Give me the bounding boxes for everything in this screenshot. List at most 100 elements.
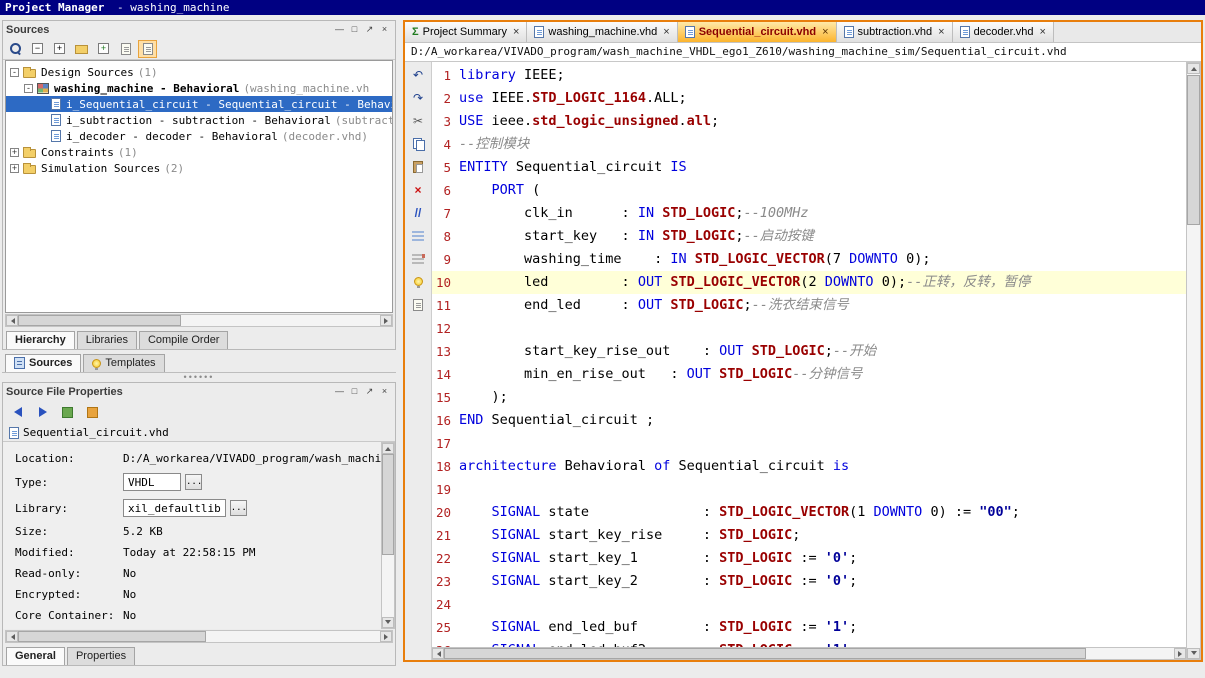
scroll-track[interactable] (1187, 74, 1200, 648)
scroll-up-button[interactable] (1187, 63, 1200, 74)
property-value-input[interactable]: xil_defaultlib (123, 499, 226, 517)
code-line[interactable]: 17 (432, 432, 1186, 455)
float-button[interactable]: ↗ (362, 23, 377, 36)
scroll-view-icon[interactable] (138, 40, 157, 58)
scroll-thumb[interactable] (1187, 75, 1200, 225)
format-icon[interactable] (409, 250, 428, 267)
tree-expander-icon[interactable]: + (10, 148, 19, 157)
close-icon[interactable]: × (663, 26, 669, 38)
scroll-thumb[interactable] (18, 631, 206, 642)
editor-vscrollbar[interactable] (1186, 62, 1201, 660)
tab-properties[interactable]: Properties (67, 647, 135, 665)
scroll-left-button[interactable] (6, 631, 18, 642)
scroll-thumb[interactable] (444, 648, 1086, 659)
code-line[interactable]: 13 start_key_rise_out : OUT STD_LOGIC;--… (432, 340, 1186, 363)
scroll-thumb[interactable] (382, 454, 394, 555)
scroll-right-button[interactable] (1174, 648, 1186, 659)
code-line[interactable]: 14 min_en_rise_out : OUT STD_LOGIC--分钟信号 (432, 363, 1186, 386)
close-icon[interactable]: × (822, 26, 828, 38)
code-line[interactable]: 23 SIGNAL start_key_2 : STD_LOGIC := '0'… (432, 570, 1186, 593)
code-line[interactable]: 18architecture Behavioral of Sequential_… (432, 455, 1186, 478)
scroll-down-button[interactable] (1187, 648, 1200, 659)
code-line[interactable]: 24 (432, 593, 1186, 616)
scroll-track[interactable] (382, 454, 394, 617)
code-line[interactable]: 22 SIGNAL start_key_1 : STD_LOGIC := '0'… (432, 547, 1186, 570)
code-line[interactable]: 20 SIGNAL state : STD_LOGIC_VECTOR(1 DOW… (432, 501, 1186, 524)
scroll-thumb[interactable] (18, 315, 181, 326)
code-editor[interactable]: 1library IEEE;2use IEEE.STD_LOGIC_1164.A… (432, 62, 1186, 647)
minimize-button[interactable]: — (332, 385, 347, 398)
properties-vscrollbar[interactable] (381, 442, 395, 629)
tab-compile-order[interactable]: Compile Order (139, 331, 229, 349)
close-icon[interactable]: × (513, 26, 519, 38)
scroll-right-button[interactable] (380, 631, 392, 642)
close-icon[interactable]: × (938, 26, 944, 38)
open-source-icon[interactable] (72, 40, 91, 58)
tree-item[interactable]: -washing_machine - Behavioral(washing_ma… (6, 80, 392, 96)
paste-icon[interactable] (409, 158, 428, 175)
code-line[interactable]: 11 end_led : OUT STD_LOGIC;--洗衣结束信号 (432, 294, 1186, 317)
code-line[interactable]: 7 clk_in : IN STD_LOGIC;--100MHz (432, 202, 1186, 225)
redo-icon[interactable]: ↷ (409, 89, 428, 106)
properties-hscrollbar[interactable] (5, 630, 393, 643)
scroll-left-button[interactable] (6, 315, 18, 326)
browse-button[interactable]: ... (185, 474, 202, 490)
find-replace-icon[interactable] (409, 296, 428, 313)
code-line[interactable]: 16END Sequential_circuit ; (432, 409, 1186, 432)
indent-icon[interactable] (409, 227, 428, 244)
forward-icon[interactable] (33, 403, 52, 421)
tree-expander-icon[interactable]: - (24, 84, 33, 93)
tree-item[interactable]: i_decoder - decoder - Behavioral(decoder… (6, 128, 392, 144)
edit-properties-icon[interactable] (58, 403, 77, 421)
tab-templates[interactable]: Templates (83, 354, 164, 372)
tab-general[interactable]: General (6, 647, 65, 665)
collapse-all-icon[interactable]: − (28, 40, 47, 58)
copy-properties-icon[interactable] (83, 403, 102, 421)
code-line[interactable]: 3USE ieee.std_logic_unsigned.all; (432, 110, 1186, 133)
maximize-button[interactable]: □ (347, 385, 362, 398)
minimize-button[interactable]: — (332, 23, 347, 36)
tree-item[interactable]: +Constraints(1) (6, 144, 392, 160)
scroll-left-button[interactable] (432, 648, 444, 659)
tree-item[interactable]: i_subtraction - subtraction - Behavioral… (6, 112, 392, 128)
back-icon[interactable] (8, 403, 27, 421)
code-line[interactable]: 12 (432, 317, 1186, 340)
close-icon[interactable]: × (1040, 26, 1046, 38)
code-line[interactable]: 4--控制模块 (432, 133, 1186, 156)
editor-tab-project-summary[interactable]: ΣProject Summary× (405, 22, 527, 42)
tree-expander-icon[interactable]: + (10, 164, 19, 173)
code-line[interactable]: 15 ); (432, 386, 1186, 409)
browse-button[interactable]: ... (230, 500, 247, 516)
code-line[interactable]: 21 SIGNAL start_key_rise : STD_LOGIC; (432, 524, 1186, 547)
property-value-input[interactable]: VHDL (123, 473, 181, 491)
copy-icon[interactable] (409, 135, 428, 152)
code-line[interactable]: 5ENTITY Sequential_circuit IS (432, 156, 1186, 179)
tree-item[interactable]: -Design Sources(1) (6, 64, 392, 80)
editor-tab-decoder-vhd[interactable]: decoder.vhd× (953, 22, 1054, 42)
tab-libraries[interactable]: Libraries (77, 331, 137, 349)
add-sources-icon[interactable]: + (94, 40, 113, 58)
delete-icon[interactable]: × (409, 181, 428, 198)
close-button[interactable]: × (377, 385, 392, 398)
tab-hierarchy[interactable]: Hierarchy (6, 331, 75, 349)
report-icon[interactable] (116, 40, 135, 58)
code-line[interactable]: 1library IEEE; (432, 64, 1186, 87)
toggle-comment-icon[interactable]: // (409, 204, 428, 221)
maximize-button[interactable]: □ (347, 23, 362, 36)
scroll-track[interactable] (444, 648, 1174, 659)
language-template-icon[interactable] (409, 273, 428, 290)
tab-sources[interactable]: Sources (5, 354, 81, 372)
panel-splitter[interactable]: •••••• (2, 374, 396, 381)
scroll-track[interactable] (18, 631, 380, 642)
cut-icon[interactable]: ✂ (409, 112, 428, 129)
expand-all-icon[interactable]: + (50, 40, 69, 58)
tree-item[interactable]: +Simulation Sources(2) (6, 160, 392, 176)
scroll-down-button[interactable] (382, 617, 394, 628)
code-line[interactable]: 6 PORT ( (432, 179, 1186, 202)
code-line[interactable]: 19 (432, 478, 1186, 501)
code-line[interactable]: 10 led : OUT STD_LOGIC_VECTOR(2 DOWNTO 0… (432, 271, 1186, 294)
editor-tab-subtraction-vhd[interactable]: subtraction.vhd× (837, 22, 953, 42)
search-icon[interactable] (6, 40, 25, 58)
sources-hscrollbar[interactable] (5, 314, 393, 327)
code-line[interactable]: 26 SIGNAL end_led_buf2 : STD_LOGIC := '1… (432, 639, 1186, 647)
